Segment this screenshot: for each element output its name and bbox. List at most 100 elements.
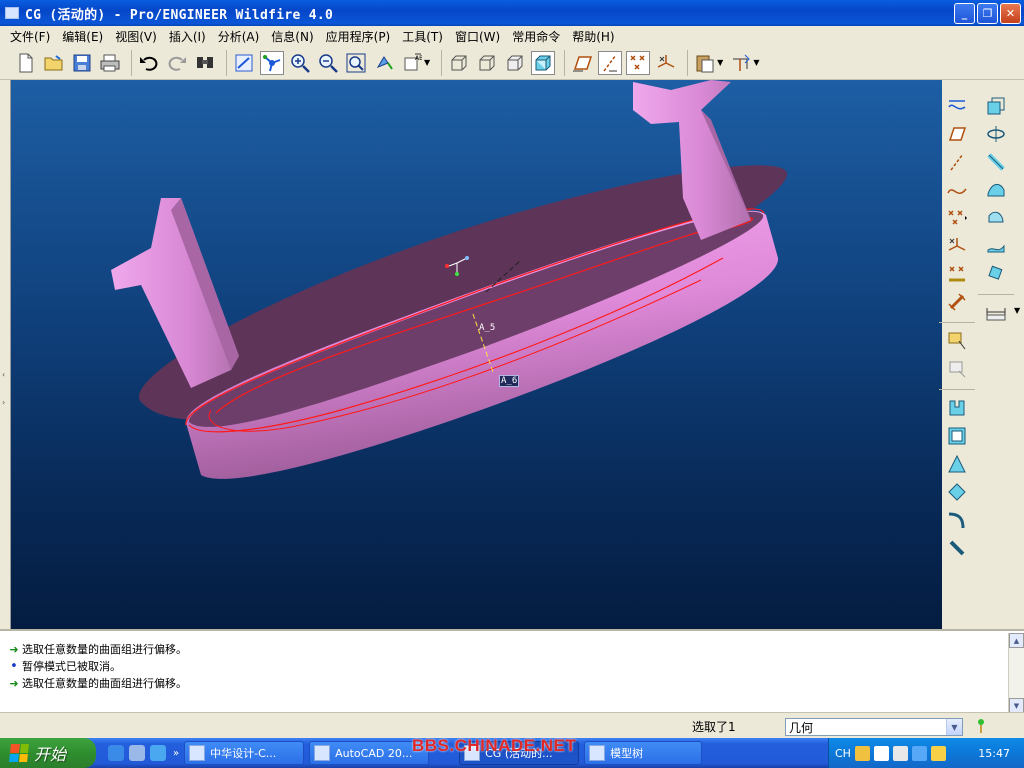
datum-axes-icon[interactable] xyxy=(598,50,623,75)
axis-label-a5[interactable]: A_5 xyxy=(479,323,495,333)
menu-analysis[interactable]: 分析(A) xyxy=(212,28,266,45)
window-controls: _ ❐ ✕ xyxy=(954,3,1021,24)
datum-points-icon[interactable] xyxy=(626,50,651,75)
menu-applications[interactable]: 应用程序(P) xyxy=(320,28,397,45)
shading-icon[interactable] xyxy=(531,50,556,75)
browser-icon[interactable] xyxy=(150,745,166,761)
analysis-feature-icon[interactable] xyxy=(945,262,969,286)
zoom-out-icon[interactable] xyxy=(316,51,340,75)
paste-special-icon[interactable] xyxy=(729,51,753,75)
print-icon[interactable] xyxy=(98,51,122,75)
warp-tool-icon[interactable] xyxy=(984,234,1008,258)
sweep-tool-icon[interactable] xyxy=(984,150,1008,174)
ime-icon[interactable] xyxy=(854,745,870,761)
network-icon[interactable] xyxy=(911,745,927,761)
style-tool-icon[interactable] xyxy=(984,206,1008,230)
paste-special-dropdown-icon[interactable]: ▼ xyxy=(753,58,759,67)
variable-sweep-icon[interactable] xyxy=(984,262,1008,286)
quick-launch-more-icon[interactable]: » xyxy=(173,748,179,759)
media-icon[interactable] xyxy=(129,745,145,761)
message-line: ➜ 选取任意数量的曲面组进行偏移。 xyxy=(0,675,1024,691)
volume-icon[interactable] xyxy=(892,745,908,761)
chain-tool-icon[interactable] xyxy=(945,290,969,314)
measure-tool-icon[interactable] xyxy=(984,301,1008,325)
window-icon xyxy=(589,745,606,761)
menu-info[interactable]: 信息(N) xyxy=(265,28,319,45)
menu-view[interactable]: 视图(V) xyxy=(109,28,163,45)
sketch-tool-icon[interactable] xyxy=(945,94,969,118)
menu-window[interactable]: 窗口(W) xyxy=(449,28,506,45)
menu-insert[interactable]: 插入(I) xyxy=(163,28,212,45)
zoom-in-icon[interactable] xyxy=(288,51,312,75)
blend-tool-icon[interactable] xyxy=(984,94,1008,118)
scroll-up-icon[interactable]: ▲ xyxy=(1009,633,1024,648)
spin-center-icon[interactable] xyxy=(260,50,284,75)
toolbar-separator xyxy=(226,49,227,76)
feature-toolbar-left-column xyxy=(939,94,975,564)
layer-tool-icon[interactable] xyxy=(945,357,969,381)
saved-views-icon[interactable]: AB xyxy=(400,51,424,75)
new-icon[interactable] xyxy=(14,51,38,75)
selection-filter-select[interactable]: 几何 ▼ xyxy=(785,718,963,736)
ie-icon[interactable] xyxy=(108,745,124,761)
undo-icon[interactable] xyxy=(137,51,161,75)
restore-button[interactable]: ❐ xyxy=(977,3,998,24)
refit-icon[interactable] xyxy=(344,51,368,75)
message-scrollbar[interactable]: ▲ ▼ xyxy=(1008,633,1024,713)
view-manager-icon[interactable] xyxy=(945,329,969,353)
hidden-line-icon[interactable] xyxy=(447,51,471,75)
reorient-icon[interactable] xyxy=(372,51,396,75)
chevron-down-icon[interactable]: ▼ xyxy=(946,719,962,735)
security-icon[interactable] xyxy=(930,745,946,761)
paste-dropdown-icon[interactable]: ▼ xyxy=(717,58,723,67)
datum-axis-tool-icon[interactable] xyxy=(945,150,969,174)
datum-csys-tool-icon[interactable] xyxy=(945,234,969,258)
taskbar-item-label: 模型树 xyxy=(610,747,644,760)
open-icon[interactable] xyxy=(42,51,66,75)
datum-point-tool-icon[interactable] xyxy=(945,206,969,230)
menu-common-commands[interactable]: 常用命令 xyxy=(506,28,566,45)
chamfer-tool-icon[interactable] xyxy=(945,536,969,560)
start-button[interactable]: 开始 xyxy=(0,738,96,768)
menu-edit[interactable]: 编辑(E) xyxy=(56,28,109,45)
model-canvas[interactable] xyxy=(11,80,942,629)
minimize-button[interactable]: _ xyxy=(954,3,975,24)
datum-plane-tool-icon[interactable] xyxy=(945,122,969,146)
measure-dropdown-icon[interactable]: ▼ xyxy=(1014,306,1020,315)
taskbar-item[interactable]: 中华设计-C... xyxy=(184,741,305,765)
taskbar-item[interactable]: 模型树 xyxy=(584,741,703,765)
boundary-blend-icon[interactable] xyxy=(984,178,1008,202)
draft-tool-icon[interactable] xyxy=(945,452,969,476)
help-icon[interactable] xyxy=(873,745,889,761)
saved-views-dropdown-icon[interactable]: ▼ xyxy=(424,58,430,67)
no-hidden-icon[interactable] xyxy=(475,51,499,75)
wireframe-icon[interactable] xyxy=(503,51,527,75)
scroll-down-icon[interactable]: ▼ xyxy=(1009,698,1024,713)
selection-filter-value: 几何 xyxy=(789,720,814,735)
repaint-icon[interactable] xyxy=(232,51,256,75)
expand-left-icon[interactable]: ‹ xyxy=(2,370,5,379)
find-icon[interactable] xyxy=(193,51,217,75)
extrude-tool-icon[interactable] xyxy=(945,396,969,420)
rib-tool-icon[interactable] xyxy=(945,480,969,504)
menu-help[interactable]: 帮助(H) xyxy=(566,28,620,45)
main-toolbar: AB ▼ ▼ ▼ xyxy=(0,46,1024,80)
paste-icon[interactable] xyxy=(693,51,717,75)
save-icon[interactable] xyxy=(70,51,94,75)
expand-right-icon[interactable]: › xyxy=(2,398,5,407)
redo-icon[interactable] xyxy=(165,51,189,75)
axis-label-a6[interactable]: A_6 xyxy=(499,375,520,387)
revolve-tool-icon[interactable] xyxy=(984,122,1008,146)
datum-planes-icon[interactable] xyxy=(570,51,594,75)
shell-tool-icon[interactable] xyxy=(945,424,969,448)
navigator-collapse-strip[interactable]: ‹ › xyxy=(0,80,11,629)
input-language[interactable]: CH xyxy=(835,747,851,760)
graphics-viewport[interactable]: A_5 A_6 xyxy=(11,80,942,629)
menu-file[interactable]: 文件(F) xyxy=(4,28,56,45)
csys-icon[interactable] xyxy=(654,51,678,75)
close-button[interactable]: ✕ xyxy=(1000,3,1021,24)
datum-curve-tool-icon[interactable] xyxy=(945,178,969,202)
menu-tools[interactable]: 工具(T) xyxy=(396,28,449,45)
round-tool-icon[interactable] xyxy=(945,508,969,532)
quick-launch: » xyxy=(108,745,179,761)
